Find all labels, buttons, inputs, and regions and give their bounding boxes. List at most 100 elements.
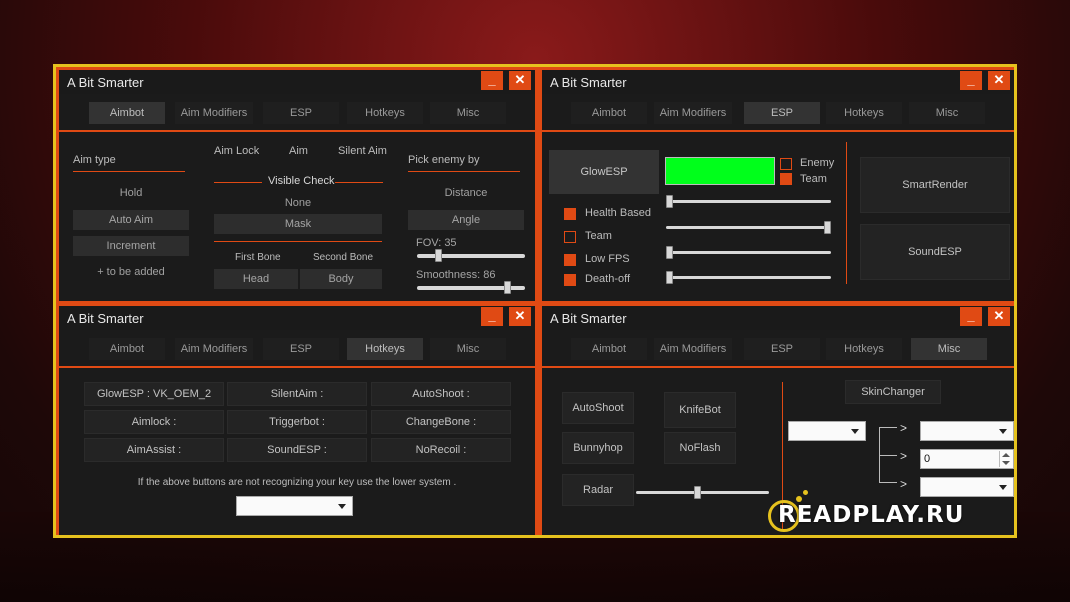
- tab-aim-modifiers[interactable]: Aim Modifiers: [654, 338, 732, 360]
- esp-slider-2[interactable]: [666, 221, 831, 234]
- close-button[interactable]: ✕: [509, 307, 531, 326]
- esp-slider-4[interactable]: [666, 271, 831, 284]
- hotkey-no-recoil[interactable]: NoRecoil :: [371, 438, 511, 462]
- low-fps-checkbox[interactable]: [564, 254, 576, 266]
- knife-bot-button[interactable]: KnifeBot: [664, 392, 736, 428]
- tab-aimbot[interactable]: Aimbot: [571, 102, 647, 124]
- tab-esp[interactable]: ESP: [263, 338, 339, 360]
- tab-aim-modifiers[interactable]: Aim Modifiers: [175, 338, 253, 360]
- slider-thumb[interactable]: [666, 246, 673, 259]
- sound-esp-button[interactable]: SoundESP: [860, 224, 1010, 280]
- fov-label: FOV: 35: [416, 237, 457, 249]
- spin-down-icon[interactable]: [1002, 461, 1010, 465]
- tab-esp[interactable]: ESP: [744, 102, 820, 124]
- slider-thumb[interactable]: [435, 249, 442, 262]
- second-bone-body[interactable]: Body: [300, 269, 382, 289]
- mode-aim[interactable]: Aim: [289, 145, 308, 157]
- glow-esp-button[interactable]: GlowESP: [549, 150, 659, 194]
- tab-bar: Aimbot Aim Modifiers ESP Hotkeys Misc: [59, 338, 535, 362]
- slider-thumb[interactable]: [824, 221, 831, 234]
- death-off-checkbox[interactable]: [564, 274, 576, 286]
- auto-shoot-button[interactable]: AutoShoot: [562, 392, 634, 424]
- slider-thumb[interactable]: [504, 281, 511, 294]
- tab-hotkeys[interactable]: Hotkeys: [826, 102, 902, 124]
- hotkey-aimlock[interactable]: Aimlock :: [84, 410, 224, 434]
- minimize-button[interactable]: _: [481, 71, 503, 90]
- tab-hotkeys[interactable]: Hotkeys: [826, 338, 902, 360]
- no-flash-button[interactable]: NoFlash: [664, 432, 736, 464]
- tab-hotkeys[interactable]: Hotkeys: [347, 338, 423, 360]
- first-bone-head[interactable]: Head: [214, 269, 298, 289]
- close-button[interactable]: ✕: [509, 71, 531, 90]
- tab-esp[interactable]: ESP: [263, 102, 339, 124]
- close-button[interactable]: ✕: [988, 71, 1010, 90]
- numeric-value[interactable]: 0: [924, 453, 930, 465]
- spin-buttons[interactable]: [999, 451, 1012, 467]
- pick-angle[interactable]: Angle: [408, 210, 524, 230]
- hotkey-glow-esp[interactable]: GlowESP : VK_OEM_2: [84, 382, 224, 406]
- tab-misc[interactable]: Misc: [909, 102, 985, 124]
- numeric-input[interactable]: 0: [920, 449, 1014, 469]
- bunnyhop-button[interactable]: Bunnyhop: [562, 432, 634, 464]
- hotkey-auto-shoot[interactable]: AutoShoot :: [371, 382, 511, 406]
- tab-aim-modifiers[interactable]: Aim Modifiers: [654, 102, 732, 124]
- esp-slider-3[interactable]: [666, 246, 831, 259]
- glow-color-preview[interactable]: [665, 157, 775, 185]
- first-bone-label: First Bone: [235, 252, 281, 263]
- health-based-checkbox[interactable]: [564, 208, 576, 220]
- hotkey-triggerbot[interactable]: Triggerbot :: [227, 410, 367, 434]
- enemy-checkbox[interactable]: [780, 158, 792, 170]
- smoothness-slider[interactable]: [417, 281, 525, 294]
- team-color-label: Team: [800, 173, 827, 185]
- key-select-dropdown[interactable]: [236, 496, 353, 516]
- divider: [408, 171, 520, 172]
- window-hotkeys: A Bit Smarter _ ✕ Aimbot Aim Modifiers E…: [59, 306, 535, 535]
- tab-aimbot[interactable]: Aimbot: [571, 338, 647, 360]
- mode-silent-aim[interactable]: Silent Aim: [338, 145, 387, 157]
- pick-distance[interactable]: Distance: [408, 187, 524, 199]
- tab-misc[interactable]: Misc: [430, 338, 506, 360]
- tab-separator: [542, 366, 1014, 368]
- tab-misc[interactable]: Misc: [911, 338, 987, 360]
- radar-button[interactable]: Radar: [562, 474, 634, 506]
- minimize-button[interactable]: _: [960, 307, 982, 326]
- visible-mask[interactable]: Mask: [214, 214, 382, 234]
- skin-changer-button[interactable]: SkinChanger: [845, 380, 941, 404]
- minimize-button[interactable]: _: [960, 71, 982, 90]
- watermark-text: READPLAY.RU: [778, 502, 965, 528]
- weapon-select-dropdown[interactable]: [788, 421, 866, 441]
- tab-misc[interactable]: Misc: [430, 102, 506, 124]
- window-esp: A Bit Smarter _ ✕ Aimbot Aim Modifiers E…: [542, 70, 1014, 301]
- mode-aim-lock[interactable]: Aim Lock: [214, 145, 259, 157]
- fov-slider[interactable]: [417, 249, 525, 262]
- visible-none[interactable]: None: [214, 197, 382, 209]
- smart-render-button[interactable]: SmartRender: [860, 157, 1010, 213]
- aim-type-increment[interactable]: Increment: [73, 236, 189, 256]
- close-button[interactable]: ✕: [988, 307, 1010, 326]
- radar-slider[interactable]: [636, 486, 769, 499]
- esp-slider-1[interactable]: [666, 195, 831, 208]
- hotkey-change-bone[interactable]: ChangeBone :: [371, 410, 511, 434]
- tab-separator: [59, 366, 535, 368]
- minimize-button[interactable]: _: [481, 307, 503, 326]
- team-color-checkbox[interactable]: [780, 173, 792, 185]
- logo-dot: [803, 490, 808, 495]
- aim-type-hold[interactable]: Hold: [73, 187, 189, 199]
- tab-hotkeys[interactable]: Hotkeys: [347, 102, 423, 124]
- slider-thumb[interactable]: [694, 486, 701, 499]
- aim-type-auto-aim[interactable]: Auto Aim: [73, 210, 189, 230]
- slider-thumb[interactable]: [666, 195, 673, 208]
- tab-esp[interactable]: ESP: [744, 338, 820, 360]
- hotkey-silent-aim[interactable]: SilentAim :: [227, 382, 367, 406]
- tab-aimbot[interactable]: Aimbot: [89, 338, 165, 360]
- team-checkbox[interactable]: [564, 231, 576, 243]
- window-aimbot: A Bit Smarter _ ✕ Aimbot Aim Modifiers E…: [59, 70, 535, 301]
- tab-aim-modifiers[interactable]: Aim Modifiers: [175, 102, 253, 124]
- hotkey-aim-assist[interactable]: AimAssist :: [84, 438, 224, 462]
- skin-select-dropdown[interactable]: [920, 421, 1014, 441]
- smoothness-label: Smoothness: 86: [416, 269, 496, 281]
- hotkey-sound-esp[interactable]: SoundESP :: [227, 438, 367, 462]
- spin-up-icon[interactable]: [1002, 453, 1010, 457]
- tab-aimbot[interactable]: Aimbot: [89, 102, 165, 124]
- slider-thumb[interactable]: [666, 271, 673, 284]
